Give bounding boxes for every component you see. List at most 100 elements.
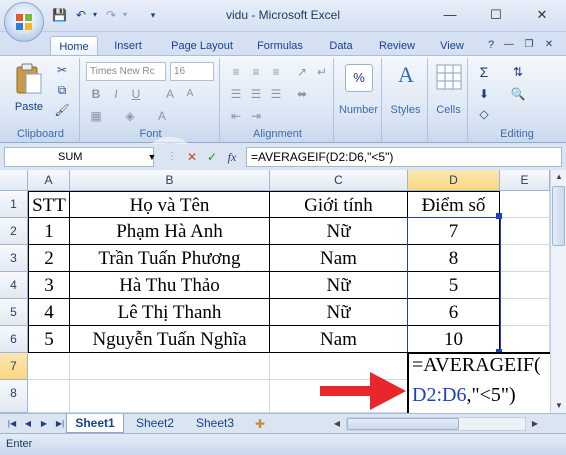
column-header-a[interactable]: A [28,170,70,191]
formula-input[interactable]: =AVERAGEIF(D2:D6,"<5") [246,147,562,167]
table-cell[interactable]: 5 [28,326,70,353]
name-box-dropdown-icon[interactable]: ▼ [144,149,160,165]
cut-icon[interactable]: ✂ [54,62,70,78]
table-cell[interactable]: Trần Tuấn Phương [70,245,270,272]
table-cell[interactable]: Nữ [270,299,408,326]
worksheet-grid[interactable]: A B C D E 1 2 3 4 5 6 7 8 STT Họ và Tên … [0,170,550,413]
align-right-icon[interactable]: ☰ [268,86,284,102]
table-cell[interactable]: 3 [28,272,70,299]
grid-cell[interactable] [500,218,550,245]
table-cell[interactable]: Lê Thị Thanh [70,299,270,326]
active-cell-d7[interactable]: =AVERAGEIF( D2:D6,"<5") [407,352,550,413]
grid-cell[interactable] [500,245,550,272]
column-header-e[interactable]: E [500,170,550,191]
grid-cell[interactable] [28,353,70,380]
tab-data[interactable]: Data [322,36,360,56]
grid-cell[interactable] [500,299,550,326]
tab-home[interactable]: Home [50,36,98,56]
grid-cell[interactable] [500,191,550,218]
minimize-button[interactable]: — [440,6,460,24]
scroll-up-icon[interactable]: ▲ [552,170,566,184]
ribbon-minimize-icon[interactable]: — [502,38,516,52]
row-header-2[interactable]: 2 [0,218,28,245]
column-header-b[interactable]: B [70,170,270,191]
cancel-entry-icon[interactable]: ✕ [184,149,200,165]
ribbon-close-icon[interactable]: ✕ [542,38,556,52]
row-header-5[interactable]: 5 [0,299,28,326]
wrap-text-icon[interactable]: ↵ [314,64,330,80]
fill-icon[interactable]: ⬇ [476,86,492,102]
column-header-c[interactable]: C [270,170,408,191]
styles-group[interactable]: A Styles [384,58,428,142]
insert-sheet-icon[interactable]: ✚ [252,416,268,432]
find-select-icon[interactable]: 🔍 [510,86,526,102]
increase-indent-icon[interactable]: ⇥ [248,108,264,124]
font-color-icon[interactable]: A [154,108,170,124]
tab-formulas[interactable]: Formulas [250,36,310,56]
paste-button[interactable]: Paste [8,60,48,120]
table-cell[interactable]: Nam [270,245,408,272]
table-cell[interactable]: Hà Thu Thảo [70,272,270,299]
grid-cell[interactable] [70,353,270,380]
maximize-button[interactable]: ☐ [486,6,506,24]
grid-cell[interactable] [70,380,270,413]
grid-cell[interactable] [500,272,550,299]
insert-function-icon[interactable]: fx [224,149,240,165]
header-cell-score[interactable]: Điểm số [408,191,500,218]
horizontal-scrollbar[interactable] [346,417,526,431]
name-box[interactable]: SUM [4,147,154,167]
row-header-1[interactable]: 1 [0,191,28,218]
align-top-icon[interactable]: ≡ [228,64,244,80]
row-header-3[interactable]: 3 [0,245,28,272]
scroll-down-icon[interactable]: ▼ [552,399,566,413]
fill-color-icon[interactable]: ◈ [122,108,138,124]
borders-icon[interactable]: ▦ [88,108,104,124]
decrease-font-icon[interactable]: A [182,86,198,102]
select-all-corner[interactable] [0,170,28,191]
hscroll-thumb[interactable] [347,418,459,430]
autosum-icon[interactable]: Σ [476,64,492,80]
table-cell[interactable]: Phạm Hà Anh [70,218,270,245]
bold-icon[interactable]: B [88,86,104,102]
tab-review[interactable]: Review [372,36,422,56]
column-header-d[interactable]: D [408,170,500,191]
format-painter-icon[interactable]: 🖌 [54,102,70,118]
scroll-thumb[interactable] [552,186,565,246]
header-cell-name[interactable]: Họ và Tên [70,191,270,218]
copy-icon[interactable]: ⧉ [54,82,70,98]
next-sheet-icon[interactable]: ▶ [36,416,52,432]
sort-filter-icon[interactable]: ⇅ [510,64,526,80]
tab-page-layout[interactable]: Page Layout [164,36,240,56]
row-header-7[interactable]: 7 [0,353,28,380]
align-middle-icon[interactable]: ≡ [248,64,264,80]
align-center-icon[interactable]: ☰ [248,86,264,102]
number-group[interactable]: % Number [336,58,382,142]
confirm-entry-icon[interactable]: ✓ [204,149,220,165]
close-button[interactable]: ✕ [532,6,552,24]
table-cell[interactable]: 1 [28,218,70,245]
ribbon-restore-icon[interactable]: ❐ [522,38,536,52]
merge-center-icon[interactable]: ⬌ [294,86,310,102]
grid-cell[interactable] [500,326,550,353]
office-button[interactable] [4,2,44,42]
table-cell[interactable]: 4 [28,299,70,326]
orientation-icon[interactable]: ↗ [294,64,310,80]
table-cell[interactable]: Nữ [270,218,408,245]
prev-sheet-icon[interactable]: ◀ [20,416,36,432]
vertical-scrollbar[interactable]: ▲ ▼ [550,170,566,413]
table-cell[interactable]: Nam [270,326,408,353]
table-cell[interactable]: Nguyễn Tuấn Nghĩa [70,326,270,353]
increase-font-icon[interactable]: A [162,86,178,102]
align-bottom-icon[interactable]: ≡ [268,64,284,80]
cells-group[interactable]: Cells [430,58,468,142]
sheet-tab-sheet3[interactable]: Sheet3 [186,414,244,433]
row-header-8[interactable]: 8 [0,380,28,413]
row-header-4[interactable]: 4 [0,272,28,299]
align-left-icon[interactable]: ☰ [228,86,244,102]
table-cell[interactable]: Nữ [270,272,408,299]
sheet-tab-sheet2[interactable]: Sheet2 [126,414,184,433]
hscroll-right-icon[interactable]: ▶ [528,417,542,431]
underline-icon[interactable]: U [128,86,144,102]
font-size-combo[interactable]: 16 [170,62,214,81]
tab-insert[interactable]: Insert [106,36,150,56]
